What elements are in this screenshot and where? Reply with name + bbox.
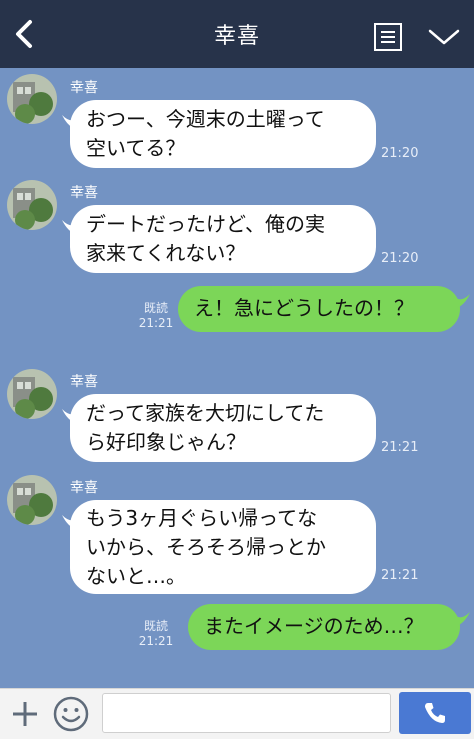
message-line: だって家族を大切にしてた xyxy=(86,401,325,425)
bubble-tail xyxy=(456,612,470,626)
message-time: 21:21 xyxy=(138,316,174,330)
message-time: 21:21 xyxy=(381,440,419,455)
message-time: 21:21 xyxy=(138,634,174,648)
message-line: デートだったけど、俺の実 xyxy=(86,212,325,236)
call-button[interactable] xyxy=(399,692,471,734)
message-time: 21:21 xyxy=(381,568,419,583)
smiley-icon[interactable] xyxy=(52,695,90,733)
notes-icon[interactable] xyxy=(373,22,403,52)
sender-name: 幸喜 xyxy=(70,185,98,201)
sender-name: 幸喜 xyxy=(70,480,98,496)
message-line: 空いてる？ xyxy=(86,136,186,160)
message-bubble[interactable]: またイメージのため…？ xyxy=(188,604,460,650)
message-line: もう3ヶ月ぐらい帰ってな xyxy=(86,506,318,530)
message-line: いから、そろそろ帰っとか xyxy=(86,535,326,559)
message-line: おつー、今週末の土曜って xyxy=(86,107,325,131)
chat-header: 幸喜 xyxy=(0,0,474,68)
avatar[interactable] xyxy=(7,475,57,525)
chevron-down-icon[interactable] xyxy=(426,24,462,50)
sender-name: 幸喜 xyxy=(70,374,98,390)
message-bubble[interactable]: おつー、今週末の土曜って 空いてる？ xyxy=(70,100,376,168)
read-label: 既読 xyxy=(143,301,168,315)
read-label: 既読 xyxy=(143,619,168,633)
message-line: ら好印象じゃん？ xyxy=(86,430,246,454)
avatar[interactable] xyxy=(7,369,57,419)
message-time: 21:20 xyxy=(381,146,419,161)
message-line: え！急にどうしたの！？ xyxy=(194,296,414,320)
message-input[interactable] xyxy=(102,693,391,733)
plus-icon[interactable] xyxy=(8,697,42,731)
avatar[interactable] xyxy=(7,180,57,230)
phone-icon xyxy=(425,703,445,723)
avatar[interactable] xyxy=(7,74,57,124)
message-composer xyxy=(0,688,474,739)
message-bubble[interactable]: え！急にどうしたの！？ xyxy=(178,286,460,332)
message-line: ないと…。 xyxy=(86,564,186,588)
read-receipt: 既読 21:21 xyxy=(138,619,174,649)
message-line: またイメージのため…？ xyxy=(204,614,424,638)
read-receipt: 既読 21:21 xyxy=(138,301,174,331)
bubble-tail xyxy=(456,294,470,308)
sender-name: 幸喜 xyxy=(70,80,98,96)
message-time: 21:20 xyxy=(381,251,419,266)
message-bubble[interactable]: だって家族を大切にしてた ら好印象じゃん？ xyxy=(70,394,376,462)
message-bubble[interactable]: デートだったけど、俺の実 家来てくれない？ xyxy=(70,205,376,273)
message-bubble[interactable]: もう3ヶ月ぐらい帰ってな いから、そろそろ帰っとか ないと…。 xyxy=(70,500,376,594)
message-line: 家来てくれない？ xyxy=(86,241,246,265)
